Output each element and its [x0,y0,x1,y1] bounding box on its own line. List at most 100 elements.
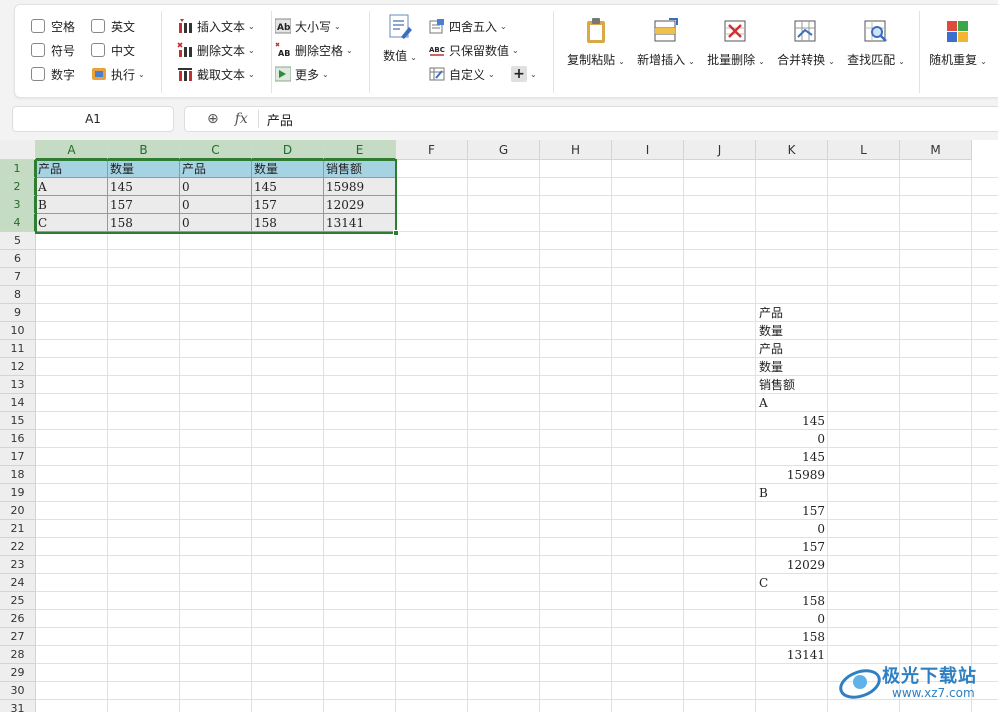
name-box[interactable]: A1 [12,106,174,132]
formula-input[interactable]: 产品 [267,110,293,129]
row-header-13[interactable]: 13 [0,376,36,394]
table-cell[interactable]: B [36,196,108,214]
table-cell[interactable]: 0 [180,178,252,196]
row-header-3[interactable]: 3 [0,196,36,214]
table-cell[interactable]: 157 [252,196,324,214]
table-cell[interactable]: 145 [252,178,324,196]
row-header-26[interactable]: 26 [0,610,36,628]
row-header-16[interactable]: 16 [0,430,36,448]
checkbox-box[interactable] [31,67,45,81]
table-cell[interactable]: 0 [180,214,252,232]
column-header-g[interactable]: G [468,140,540,160]
table-cell[interactable]: 0 [180,196,252,214]
spreadsheet-grid[interactable]: ABCDEFGHIJKLM 1 2 3 4 5 6 7 8 9 10 11 12 13 14 15 16 17 1… [0,140,998,712]
column-header-k[interactable]: K [756,140,828,160]
row-header-24[interactable]: 24 [0,574,36,592]
column-k-cell[interactable]: A [756,394,828,412]
merge-convert-button[interactable]: 合并转换 ⌄ [771,17,841,68]
row-header-21[interactable]: 21 [0,520,36,538]
column-header-a[interactable]: A [36,140,108,160]
checkbox-number[interactable]: 数字 [31,65,75,83]
insert-text-button[interactable]: 插入文本 ⌄ [177,16,255,36]
batch-delete-button[interactable]: 批量删除 ⌄ [701,17,771,68]
keep-values-button[interactable]: ABC 只保留数值 ⌄ [429,40,519,60]
formula-bar[interactable]: ⊕ fx 产品 [184,106,998,132]
checkbox-english[interactable]: 英文 [91,17,135,35]
checkbox-box[interactable] [91,19,105,33]
table-header-cell[interactable]: 数量 [252,160,324,178]
table-header-cell[interactable]: 数量 [108,160,180,178]
table-header-cell[interactable]: 产品 [180,160,252,178]
column-k-cell[interactable]: 产品 [756,304,828,322]
table-cell[interactable]: C [36,214,108,232]
column-k-cell[interactable]: 0 [756,520,828,538]
column-k-cell[interactable]: 数量 [756,322,828,340]
table-cell[interactable]: 12029 [324,196,396,214]
table-cell[interactable]: 13141 [324,214,396,232]
row-header-17[interactable]: 17 [0,448,36,466]
row-header-28[interactable]: 28 [0,646,36,664]
row-header-25[interactable]: 25 [0,592,36,610]
row-header-15[interactable]: 15 [0,412,36,430]
value-button[interactable]: 数值 ⌄ [365,13,435,64]
remove-space-button[interactable]: AB 删除空格 ⌄ [275,40,353,60]
column-k-cell[interactable]: 157 [756,538,828,556]
table-cell[interactable]: 158 [252,214,324,232]
extract-text-button[interactable]: 截取文本 ⌄ [177,64,255,84]
row-header-31[interactable]: 31 [0,700,36,712]
column-k-cell[interactable]: 销售额 [756,376,828,394]
row-header-9[interactable]: 9 [0,304,36,322]
row-header-19[interactable]: 19 [0,484,36,502]
table-cell[interactable]: 158 [108,214,180,232]
table-header-cell[interactable]: 产品 [36,160,108,178]
column-header-i[interactable]: I [612,140,684,160]
checkbox-symbol[interactable]: 符号 [31,41,75,59]
execute-button[interactable]: 执行 ⌄ [91,64,145,84]
select-all-corner[interactable] [0,140,36,160]
column-k-cell[interactable]: C [756,574,828,592]
round-button[interactable]: 四舍五入 ⌄ [429,16,507,36]
case-button[interactable]: Ab 大小写 ⌄ [274,16,341,36]
column-k-cell[interactable]: 158 [756,592,828,610]
custom-button[interactable]: 自定义 ⌄ [429,64,495,84]
row-header-30[interactable]: 30 [0,682,36,700]
column-k-cell[interactable]: 145 [756,448,828,466]
row-header-6[interactable]: 6 [0,250,36,268]
row-header-29[interactable]: 29 [0,664,36,682]
fill-handle[interactable] [393,230,399,236]
row-header-5[interactable]: 5 [0,232,36,250]
insert-new-button[interactable]: 新增插入 ⌄ [631,17,701,68]
column-header-h[interactable]: H [540,140,612,160]
row-header-11[interactable]: 11 [0,340,36,358]
checkbox-box[interactable] [31,19,45,33]
row-header-27[interactable]: 27 [0,628,36,646]
column-header-f[interactable]: F [396,140,468,160]
column-k-cell[interactable]: 157 [756,502,828,520]
table-cell[interactable]: 145 [108,178,180,196]
column-header-l[interactable]: L [828,140,900,160]
row-header-2[interactable]: 2 [0,178,36,196]
row-header-7[interactable]: 7 [0,268,36,286]
zoom-icon[interactable]: ⊕ [207,111,219,127]
table-cell[interactable]: 15989 [324,178,396,196]
row-header-23[interactable]: 23 [0,556,36,574]
row-header-18[interactable]: 18 [0,466,36,484]
column-k-cell[interactable]: 13141 [756,646,828,664]
row-header-10[interactable]: 10 [0,322,36,340]
column-k-cell[interactable]: 数量 [756,358,828,376]
random-repeat-button[interactable]: 随机重复 ⌄ [923,17,993,68]
column-k-cell[interactable]: 0 [756,430,828,448]
delete-text-button[interactable]: 删除文本 ⌄ [177,40,255,60]
checkbox-box[interactable] [91,43,105,57]
row-header-12[interactable]: 12 [0,358,36,376]
column-k-cell[interactable]: 产品 [756,340,828,358]
row-header-8[interactable]: 8 [0,286,36,304]
add-button[interactable]: + ⌄ [511,64,537,84]
column-k-cell[interactable]: 15989 [756,466,828,484]
table-cell[interactable]: 157 [108,196,180,214]
function-icon[interactable]: fx [235,111,248,127]
row-header-22[interactable]: 22 [0,538,36,556]
table-cell[interactable]: A [36,178,108,196]
column-header-e[interactable]: E [324,140,396,160]
checkbox-chinese[interactable]: 中文 [91,41,135,59]
